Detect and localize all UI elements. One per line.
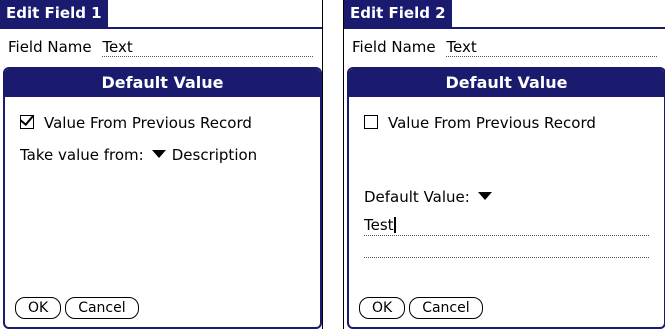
field-name-label: Field Name — [352, 38, 436, 56]
field-name-row: Field Name Text — [8, 36, 313, 58]
default-value-input[interactable]: Test — [364, 215, 649, 236]
previous-record-row[interactable]: Value From Previous Record — [364, 113, 596, 133]
default-value-text: Test — [364, 216, 394, 234]
cancel-button[interactable]: Cancel — [409, 297, 483, 319]
dialog-buttons: OK Cancel — [359, 297, 487, 319]
field-name-label: Field Name — [8, 38, 92, 56]
title-bar: Edit Field 1 — [0, 0, 322, 29]
previous-record-label: Value From Previous Record — [44, 114, 252, 132]
cancel-button[interactable]: Cancel — [65, 297, 139, 319]
dialog-title: Default Value — [349, 69, 664, 97]
take-value-label: Take value from: — [20, 146, 144, 164]
default-value-dialog: Default Value Value From Previous Record… — [347, 67, 665, 329]
field-name-input[interactable]: Text — [102, 38, 313, 57]
title-bar: Edit Field 2 — [344, 0, 665, 29]
edit-field-2-screen: Edit Field 2 Field Name Text Default Val… — [343, 0, 665, 329]
dialog-title: Default Value — [5, 69, 320, 97]
window-title: Edit Field 1 — [0, 0, 108, 27]
previous-record-checkbox[interactable] — [20, 115, 34, 129]
ok-button[interactable]: OK — [359, 297, 406, 319]
window-title: Edit Field 2 — [344, 0, 452, 27]
previous-record-label: Value From Previous Record — [388, 114, 596, 132]
previous-record-row[interactable]: Value From Previous Record — [20, 113, 252, 133]
ok-button[interactable]: OK — [15, 297, 62, 319]
default-value-input-line2[interactable] — [364, 257, 649, 258]
field-name-row: Field Name Text — [352, 36, 657, 58]
default-value-label: Default Value: — [364, 188, 470, 206]
text-cursor — [393, 217, 396, 233]
edit-field-1-screen: Edit Field 1 Field Name Text Default Val… — [0, 0, 323, 329]
take-value-select[interactable]: Description — [172, 146, 257, 164]
take-value-row: Take value from: Description — [20, 145, 257, 165]
dropdown-arrow-icon[interactable] — [151, 150, 166, 158]
default-value-row: Default Value: — [364, 187, 498, 207]
default-value-dialog: Default Value Value From Previous Record… — [3, 67, 322, 329]
dialog-buttons: OK Cancel — [15, 297, 143, 319]
field-name-input[interactable]: Text — [446, 38, 657, 57]
dropdown-arrow-icon[interactable] — [477, 192, 492, 200]
previous-record-checkbox[interactable] — [364, 115, 378, 129]
